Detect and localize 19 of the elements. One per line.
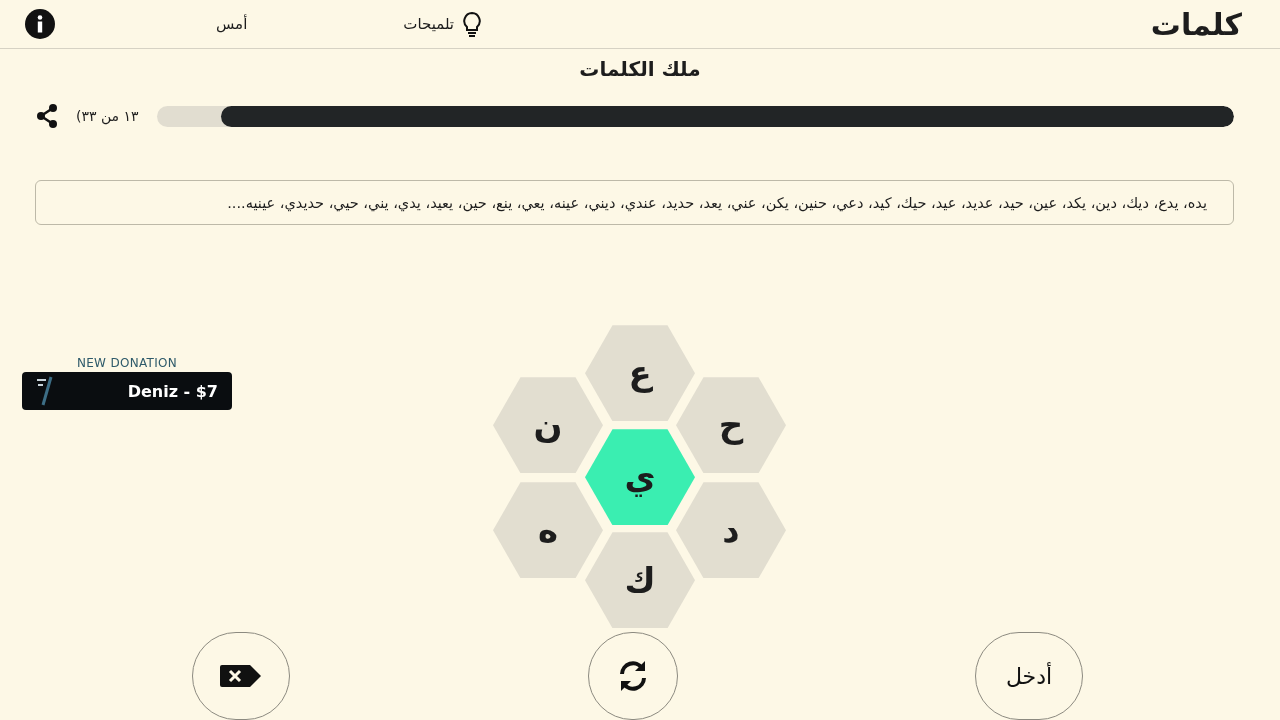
donation-message: Deniz - $7 — [127, 381, 218, 401]
progress-reading: (١٣ من ٣٣ — [76, 108, 139, 125]
lightbulb-icon[interactable] — [462, 11, 483, 38]
info-icon[interactable] — [24, 8, 56, 41]
logo: كلمات — [1150, 6, 1242, 42]
backspace-icon — [219, 663, 263, 689]
letter-tile[interactable]: ك — [585, 532, 695, 629]
letter-tile[interactable]: ن — [493, 377, 603, 474]
letter-tile[interactable]: ه — [493, 482, 603, 579]
donation-title: NEW DONATION — [76, 356, 178, 370]
yesterday-link[interactable]: أمس — [216, 15, 248, 34]
letter-tile[interactable]: د — [676, 482, 786, 579]
letter-tile[interactable]: ح — [676, 377, 786, 474]
rank-title: ملك الكلمات — [578, 57, 702, 82]
letter-tile[interactable]: ع — [585, 325, 695, 422]
hints-link[interactable]: تلميحات — [403, 15, 455, 34]
share-icon[interactable] — [34, 103, 60, 130]
found-words: يده، يدع، ديك، دين، يكد، عين، حيد، عديد، عيد، حيك، كيد، دعي، حنين، يكن، عني، يعد، حديد، عندي، ديني، عينه، يعي، ينع، حين، يعيد، يدي، يني، حيي، حديدي، عينيه.... — [35, 180, 1234, 226]
center-letter-tile[interactable]: ي — [585, 429, 695, 526]
